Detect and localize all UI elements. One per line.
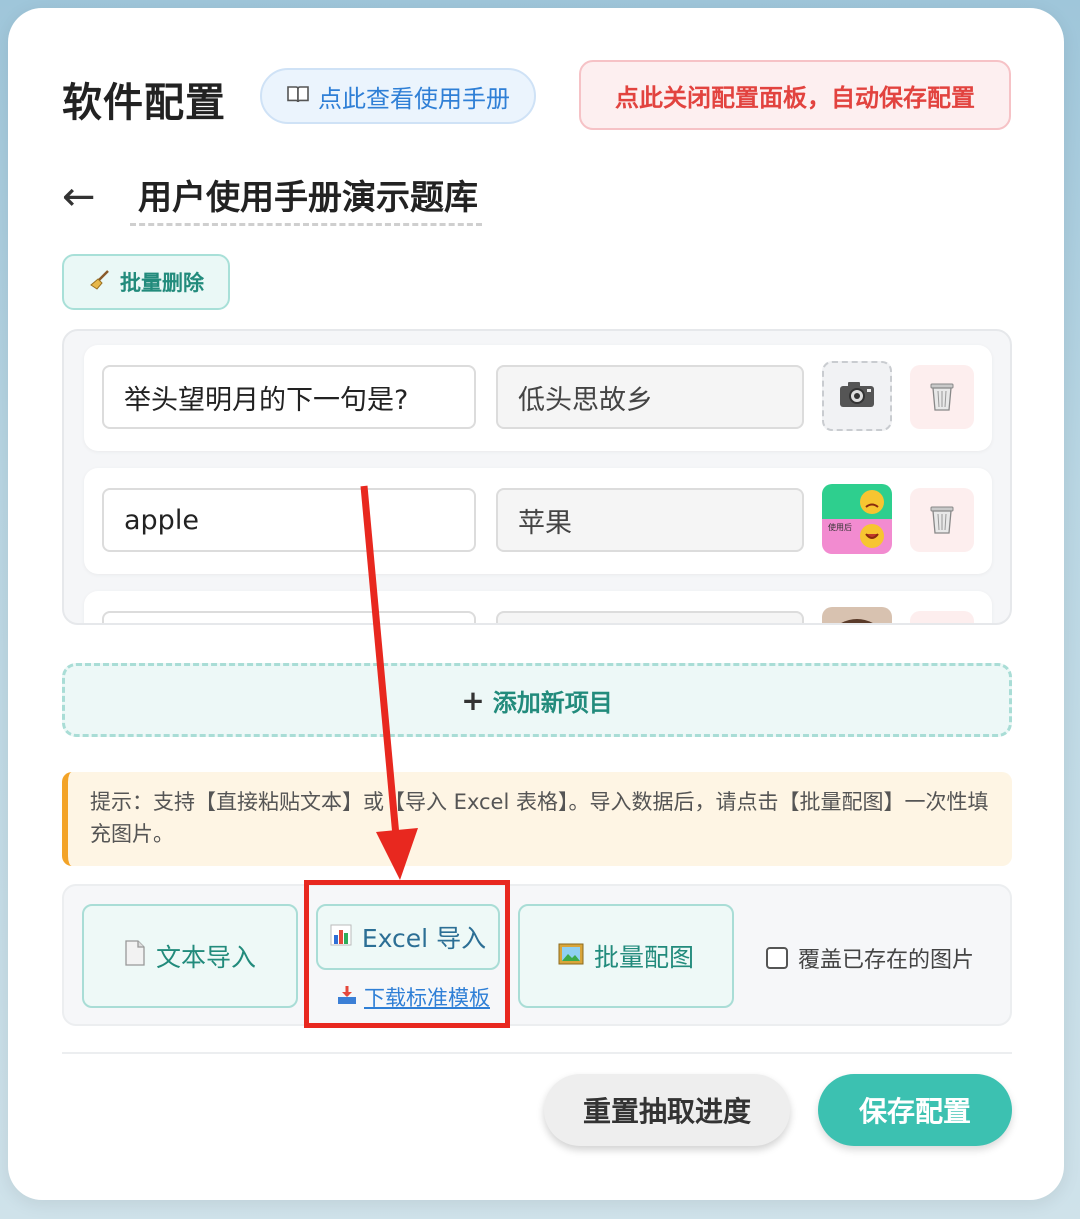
list-item: 举头望明月的下一句是? 低头思故乡 bbox=[84, 345, 992, 451]
batch-image-label: 批量配图 bbox=[593, 943, 694, 972]
book-icon bbox=[286, 82, 310, 110]
trash-icon bbox=[927, 501, 957, 539]
item-thumbnail[interactable]: 使用后 bbox=[822, 484, 892, 554]
delete-item-button[interactable] bbox=[910, 611, 974, 623]
text-import-label: 文本导入 bbox=[155, 943, 256, 972]
list-item bbox=[84, 591, 992, 623]
close-panel-button[interactable]: 点此关闭配置面板，自动保存配置 bbox=[579, 60, 1011, 130]
bar-chart-icon bbox=[330, 923, 352, 952]
question-input[interactable]: 举头望明月的下一句是? bbox=[102, 365, 476, 429]
text-import-button[interactable]: 文本导入 bbox=[82, 904, 298, 1008]
trash-icon bbox=[927, 378, 957, 416]
download-tray-icon bbox=[336, 985, 358, 1010]
back-arrow-icon[interactable]: ← bbox=[62, 174, 96, 220]
broom-icon bbox=[88, 268, 112, 297]
page-title: 软件配置 bbox=[62, 80, 226, 126]
overwrite-images-label: 覆盖已存在的图片 bbox=[798, 948, 975, 973]
delete-item-button[interactable] bbox=[910, 488, 974, 552]
answer-input[interactable]: 苹果 bbox=[496, 488, 804, 552]
download-template-label: 下载标准模板 bbox=[364, 986, 490, 1010]
delete-item-button[interactable] bbox=[910, 365, 974, 429]
question-bank-title-input[interactable]: 用户使用手册演示题库 bbox=[130, 170, 482, 226]
bulk-delete-button[interactable]: 批量删除 bbox=[62, 254, 230, 310]
question-input[interactable] bbox=[102, 611, 476, 623]
open-manual-label: 点此查看使用手册 bbox=[318, 84, 510, 113]
picture-icon bbox=[558, 942, 584, 971]
before-after-thumbnail-icon bbox=[822, 484, 892, 554]
import-toolbar: 文本导入 Excel 导入 下载标准模板 批量配图 覆盖已存在的图片 bbox=[62, 884, 1012, 1026]
add-item-button[interactable]: + 添加新项目 bbox=[62, 663, 1012, 737]
footer-divider bbox=[62, 1052, 1012, 1054]
open-manual-button[interactable]: 点此查看使用手册 bbox=[260, 68, 536, 124]
reset-progress-button[interactable]: 重置抽取进度 bbox=[544, 1074, 790, 1146]
item-list[interactable]: 举头望明月的下一句是? 低头思故乡 apple 苹果 使用后 bbox=[62, 329, 1012, 625]
config-panel: 软件配置 点此查看使用手册 点此关闭配置面板，自动保存配置 ← 用户使用手册演示… bbox=[8, 8, 1064, 1200]
document-icon bbox=[124, 940, 146, 972]
image-upload-slot[interactable] bbox=[822, 361, 892, 431]
save-config-button[interactable]: 保存配置 bbox=[818, 1074, 1012, 1146]
batch-image-button[interactable]: 批量配图 bbox=[518, 904, 734, 1008]
list-item: apple 苹果 使用后 bbox=[84, 468, 992, 574]
overwrite-images-option[interactable]: 覆盖已存在的图片 bbox=[766, 942, 974, 974]
answer-input[interactable] bbox=[496, 611, 804, 623]
excel-import-label: Excel 导入 bbox=[361, 924, 487, 953]
answer-input[interactable]: 低头思故乡 bbox=[496, 365, 804, 429]
question-input[interactable]: apple bbox=[102, 488, 476, 552]
camera-icon bbox=[838, 379, 876, 413]
overwrite-images-checkbox[interactable] bbox=[766, 947, 788, 969]
add-item-label: 添加新项目 bbox=[492, 688, 613, 717]
tip-banner: 提示：支持【直接粘贴文本】或【导入 Excel 表格】。导入数据后，请点击【批量… bbox=[62, 772, 1012, 866]
thumbnail-caption: 使用后 bbox=[828, 523, 852, 532]
item-thumbnail[interactable] bbox=[822, 607, 892, 623]
plus-icon: + bbox=[461, 683, 485, 717]
portrait-thumbnail-icon bbox=[822, 607, 892, 623]
bulk-delete-label: 批量删除 bbox=[120, 271, 204, 295]
download-template-link[interactable]: 下载标准模板 bbox=[336, 982, 490, 1012]
excel-import-button[interactable]: Excel 导入 bbox=[316, 904, 500, 970]
